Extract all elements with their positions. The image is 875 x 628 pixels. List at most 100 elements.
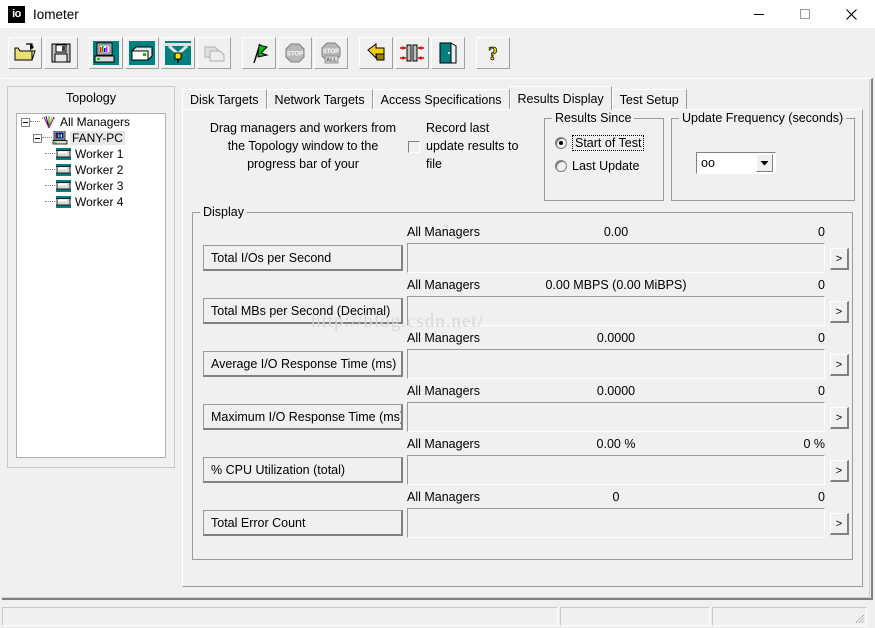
display-value: 0.0000 — [596, 331, 636, 345]
expander-icon[interactable] — [21, 117, 30, 127]
display-metric-button[interactable]: Total Error Count — [203, 510, 403, 536]
stop-all-icon[interactable]: STOP ALL — [314, 37, 348, 69]
replicate-icon[interactable] — [395, 37, 429, 69]
svg-text:ALL: ALL — [326, 58, 337, 64]
status-bar — [0, 604, 875, 628]
exit-icon[interactable] — [431, 37, 465, 69]
tree-node-worker[interactable]: Worker 1 — [17, 146, 165, 162]
display-max-value: 0 — [818, 490, 825, 504]
display-progress-bar[interactable] — [407, 243, 825, 273]
tab-test-setup[interactable]: Test Setup — [611, 89, 687, 110]
display-value: 0.00 MBPS (0.00 MiBPS) — [545, 278, 687, 292]
display-row: Average I/O Response Time (ms) All Manag… — [193, 329, 854, 382]
tree-node-worker[interactable]: Worker 4 — [17, 194, 165, 210]
new-worker-icon[interactable] — [125, 37, 159, 69]
display-progress-bar[interactable] — [407, 296, 825, 326]
window-title: Iometer — [33, 6, 79, 22]
resize-grip-icon[interactable] — [852, 611, 865, 624]
display-expand-button[interactable]: > — [830, 513, 849, 535]
worker-icon — [55, 163, 73, 177]
title-bar: io Iometer — [0, 0, 875, 28]
display-row-header: All Managers 0.00 MBPS (0.00 MiBPS) 0 — [407, 278, 825, 294]
expander-icon[interactable] — [33, 133, 42, 143]
display-max-value: 0 — [818, 225, 825, 239]
display-progress-bar[interactable] — [407, 402, 825, 432]
radio-start-of-test[interactable]: Start of Test — [555, 135, 645, 151]
radio-last-update[interactable]: Last Update — [555, 159, 639, 173]
worker-icon — [55, 179, 73, 193]
close-button[interactable] — [828, 0, 874, 28]
display-expand-button[interactable]: > — [830, 354, 849, 376]
display-group: Display Total I/Os per Second All Manage… — [192, 205, 854, 560]
radio-label: Start of Test — [572, 135, 645, 151]
worker-icon — [55, 195, 73, 209]
update-frequency-title: Update Frequency (seconds) — [679, 111, 847, 125]
display-metric-button[interactable]: Average I/O Response Time (ms) — [203, 351, 403, 377]
display-max-value: 0 % — [803, 437, 825, 451]
display-metric-button[interactable]: Maximum I/O Response Time (ms) — [203, 404, 403, 430]
status-pane-tertiary — [712, 606, 867, 626]
display-expand-button[interactable]: > — [830, 460, 849, 482]
radio-icon — [555, 137, 567, 149]
tab-network-targets[interactable]: Network Targets — [266, 89, 373, 110]
app-icon: io — [8, 5, 25, 23]
display-row: Total I/Os per Second All Managers 0.00 … — [193, 223, 854, 276]
toolbar-group-run: STOP STOP ALL — [241, 37, 349, 69]
tree-node-label: All Managers — [60, 115, 131, 129]
stop-test-icon[interactable]: STOP — [278, 37, 312, 69]
display-metric-button[interactable]: Total I/Os per Second — [203, 245, 403, 271]
start-test-icon[interactable] — [242, 37, 276, 69]
results-display-page: Drag managers and workers from the Topol… — [182, 109, 863, 587]
tab-results-display[interactable]: Results Display — [509, 86, 612, 110]
display-progress-bar[interactable] — [407, 455, 825, 485]
display-max-value: 0 — [818, 278, 825, 292]
display-max-value: 0 — [818, 331, 825, 345]
display-row-header: All Managers 0.0000 0 — [407, 331, 825, 347]
manager-icon — [52, 130, 70, 145]
tab-strip: Disk Targets Network Targets Access Spec… — [182, 86, 862, 110]
status-pane-secondary — [560, 606, 710, 626]
minimize-button[interactable] — [736, 0, 782, 28]
status-pane-message — [2, 606, 558, 626]
display-row: Total MBs per Second (Decimal) All Manag… — [193, 276, 854, 329]
display-expand-button[interactable]: > — [830, 248, 849, 270]
topology-tree[interactable]: All Managers FANY-PC Worker 1 Worker 2 W… — [16, 113, 166, 458]
display-row-header: All Managers 0 0 — [407, 490, 825, 506]
maximize-button[interactable] — [782, 0, 828, 28]
reset-icon[interactable] — [359, 37, 393, 69]
chevron-down-icon[interactable] — [756, 154, 773, 172]
toolbar-group-actions — [358, 37, 466, 69]
tree-node-all-managers[interactable]: All Managers — [17, 114, 165, 130]
update-frequency-combobox[interactable]: oo — [696, 152, 776, 174]
new-manager-icon[interactable] — [89, 37, 123, 69]
tree-node-worker[interactable]: Worker 3 — [17, 178, 165, 194]
display-expand-button[interactable]: > — [830, 407, 849, 429]
display-progress-bar[interactable] — [407, 349, 825, 379]
display-value: 0 — [612, 490, 620, 504]
radio-icon — [555, 160, 567, 172]
tree-node-worker[interactable]: Worker 2 — [17, 162, 165, 178]
record-results-checkbox[interactable] — [408, 141, 420, 153]
display-metric-button[interactable]: % CPU Utilization (total) — [203, 457, 403, 483]
display-value: 0.00 — [603, 225, 629, 239]
display-value: 0.0000 — [596, 384, 636, 398]
topology-title: Topology — [65, 91, 117, 105]
tree-node-label: Worker 3 — [75, 179, 124, 193]
disconnect-icon[interactable] — [161, 37, 195, 69]
tab-access-specifications[interactable]: Access Specifications — [372, 89, 510, 110]
update-frequency-group: Update Frequency (seconds) oo — [671, 111, 855, 201]
tree-node-label: Worker 2 — [75, 163, 124, 177]
iometer-window: io Iometer STOP STOP ALL ? Topology All … — [0, 0, 875, 628]
tree-node-manager[interactable]: FANY-PC — [17, 130, 165, 146]
client-area: Topology All Managers FANY-PC Worker 1 W… — [2, 78, 873, 600]
help-icon[interactable]: ? — [476, 37, 510, 69]
display-metric-button[interactable]: Total MBs per Second (Decimal) — [203, 298, 403, 324]
save-config-icon[interactable] — [44, 37, 78, 69]
drag-hint-text: Drag managers and workers from the Topol… — [209, 121, 397, 171]
toolbar: STOP STOP ALL ? — [0, 28, 875, 78]
open-config-icon[interactable] — [8, 37, 42, 69]
display-expand-button[interactable]: > — [830, 301, 849, 323]
tab-disk-targets[interactable]: Disk Targets — [182, 89, 267, 110]
display-progress-bar[interactable] — [407, 508, 825, 538]
display-row: Maximum I/O Response Time (ms) All Manag… — [193, 382, 854, 435]
